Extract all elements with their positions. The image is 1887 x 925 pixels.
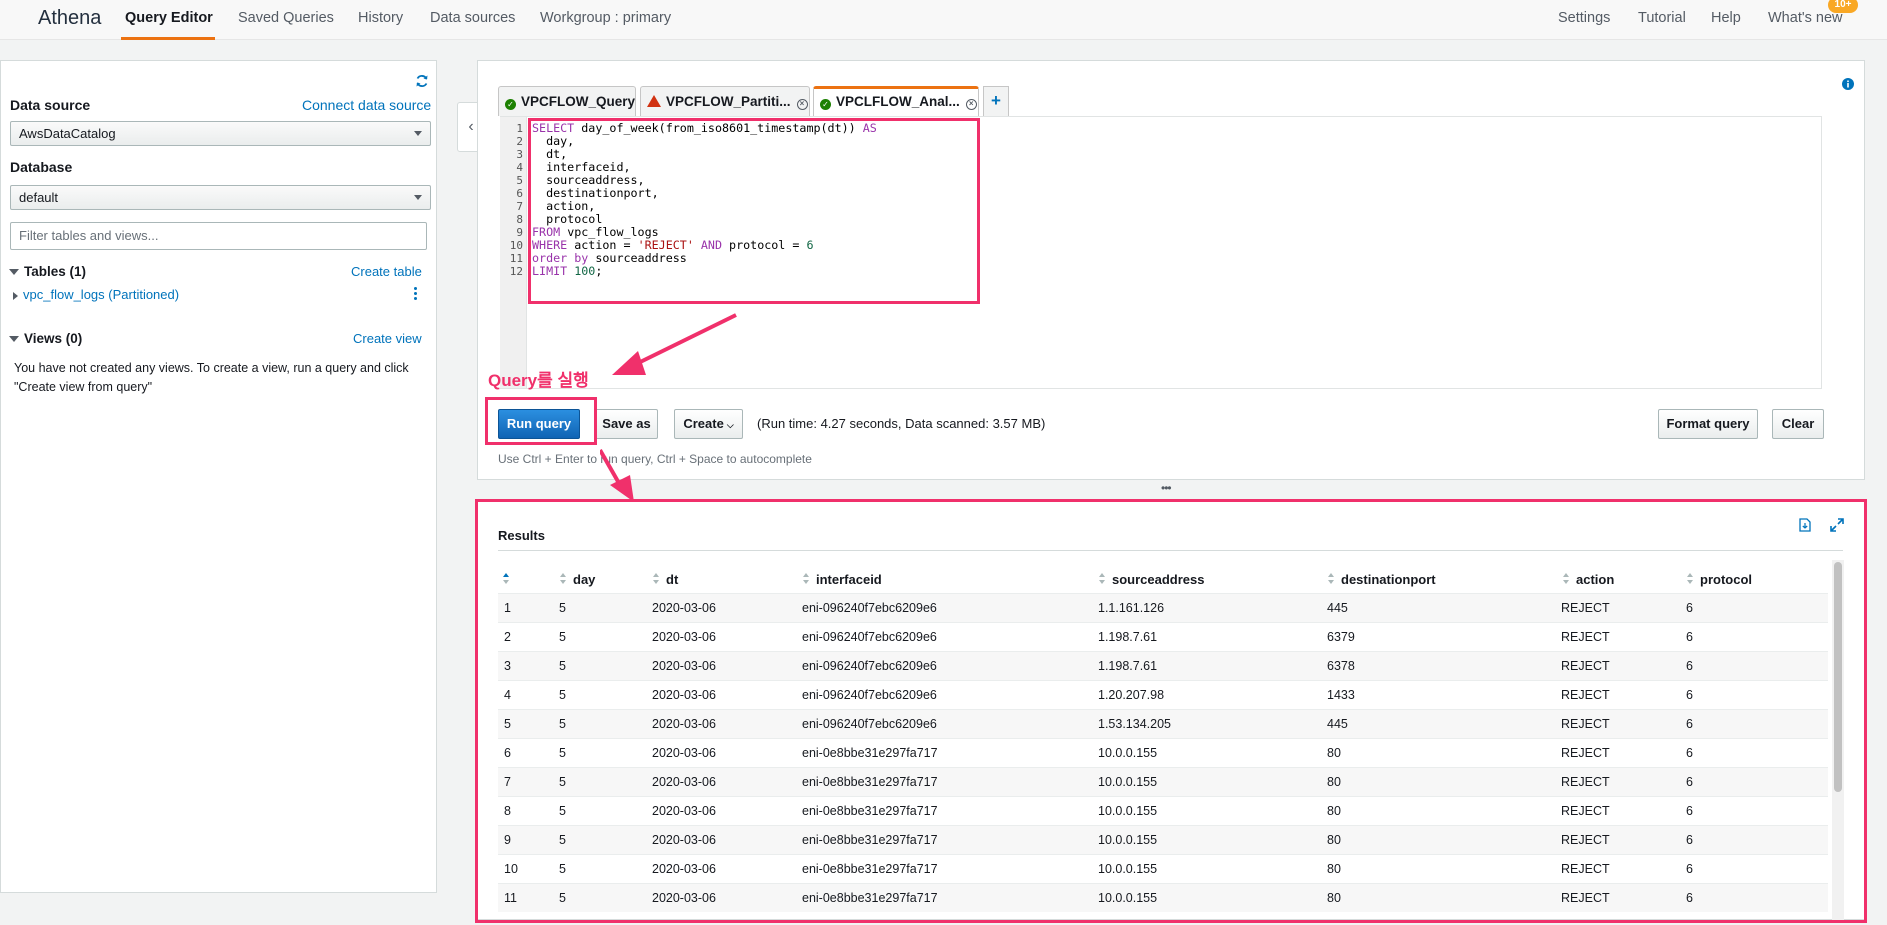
nav-data-sources[interactable]: Data sources [430, 10, 515, 26]
run-info: (Run time: 4.27 seconds, Data scanned: 3… [757, 416, 1046, 431]
top-nav: Athena Query Editor Saved Queries Histor… [0, 0, 1887, 40]
tab-label: VPCFLOW_Partiti... [666, 94, 791, 109]
success-icon: ✓ [820, 99, 831, 110]
views-header: Views (0) [24, 331, 83, 346]
annotation-label: Query를 실행 [488, 371, 589, 390]
line-number: 1 [516, 122, 523, 135]
filter-tables-input[interactable]: Filter tables and views... [10, 222, 427, 250]
line-number: 9 [516, 226, 523, 239]
line-number: 8 [516, 213, 523, 226]
tab-label: VPCLFLOW_Anal... [836, 94, 960, 109]
close-icon[interactable]: × [965, 99, 977, 110]
format-query-button[interactable]: Format query [1658, 409, 1758, 439]
chevron-left-icon: ‹ [468, 118, 474, 135]
nav-history[interactable]: History [358, 10, 403, 26]
tables-header: Tables (1) [24, 264, 87, 279]
clear-button[interactable]: Clear [1772, 409, 1824, 439]
line-number: 11 [509, 252, 523, 265]
line-number: 10 [509, 239, 523, 252]
nav-help[interactable]: Help [1711, 10, 1741, 26]
database-label: Database [10, 159, 73, 175]
caret-down-icon [9, 336, 19, 343]
nav-query-editor[interactable]: Query Editor [125, 10, 213, 26]
table-item-label: vpc_flow_logs (Partitioned) [23, 287, 180, 302]
database-select[interactable]: default [10, 185, 431, 210]
active-tab-indicator [121, 37, 215, 40]
refresh-icon[interactable] [415, 74, 429, 88]
brand-logo[interactable]: Athena [38, 7, 101, 30]
resize-handle-icon[interactable]: ••• [1161, 481, 1172, 495]
create-table-link[interactable]: Create table [351, 264, 422, 279]
tab-label: VPCFLOW_Query [521, 94, 636, 109]
success-icon: ✓ [505, 99, 516, 110]
plus-icon: + [991, 91, 1001, 110]
tab-vpcflow-partition[interactable]: VPCFLOW_Partiti... × [640, 86, 810, 116]
table-options-icon[interactable] [414, 287, 418, 301]
add-tab-button[interactable]: + [983, 86, 1009, 116]
data-source-label: Data source [10, 97, 91, 113]
nav-workgroup[interactable]: Workgroup : primary [540, 10, 671, 26]
annotation-query-box [528, 118, 980, 304]
tables-section-toggle[interactable]: Tables (1) [9, 264, 86, 279]
caret-down-icon [9, 269, 19, 276]
line-number: 4 [516, 161, 523, 174]
line-number: 5 [516, 174, 523, 187]
nav-tutorial[interactable]: Tutorial [1638, 10, 1686, 26]
views-section-toggle[interactable]: Views (0) [9, 331, 82, 346]
nav-saved-queries[interactable]: Saved Queries [238, 10, 334, 26]
sidebar: Data source Connect data source AwsDataC… [0, 60, 437, 893]
tab-vpclflow-analysis[interactable]: ✓ VPCLFLOW_Anal... × [813, 86, 979, 116]
whats-new-badge: 10+ [1828, 0, 1858, 13]
data-source-value: AwsDataCatalog [19, 126, 116, 141]
tab-vpcflow-query[interactable]: ✓ VPCFLOW_Query [498, 86, 636, 116]
views-empty-message: You have not created any views. To creat… [14, 361, 409, 394]
chevron-down-icon [414, 131, 422, 136]
line-number: 12 [509, 265, 523, 278]
create-view-link[interactable]: Create view [353, 331, 422, 346]
annotation-results-box [475, 499, 1867, 923]
warning-icon [647, 95, 661, 107]
caret-right-icon [13, 291, 18, 300]
data-source-select[interactable]: AwsDataCatalog [10, 121, 431, 146]
connect-data-source-link[interactable]: Connect data source [302, 97, 431, 113]
nav-settings[interactable]: Settings [1558, 10, 1610, 26]
close-icon[interactable]: × [796, 99, 808, 110]
line-number: 6 [516, 187, 523, 200]
table-item-vpc-flow-logs[interactable]: vpc_flow_logs (Partitioned) [13, 287, 179, 302]
info-icon[interactable] [1842, 78, 1854, 90]
line-number: 7 [516, 200, 523, 213]
annotation-arrows-icon [600, 313, 737, 502]
nav-whats-new[interactable]: What's new [1768, 10, 1843, 26]
database-value: default [19, 190, 59, 205]
chevron-down-icon [414, 195, 422, 200]
annotation-run-box [485, 397, 597, 445]
line-number: 2 [516, 135, 523, 148]
line-number: 3 [516, 148, 523, 161]
